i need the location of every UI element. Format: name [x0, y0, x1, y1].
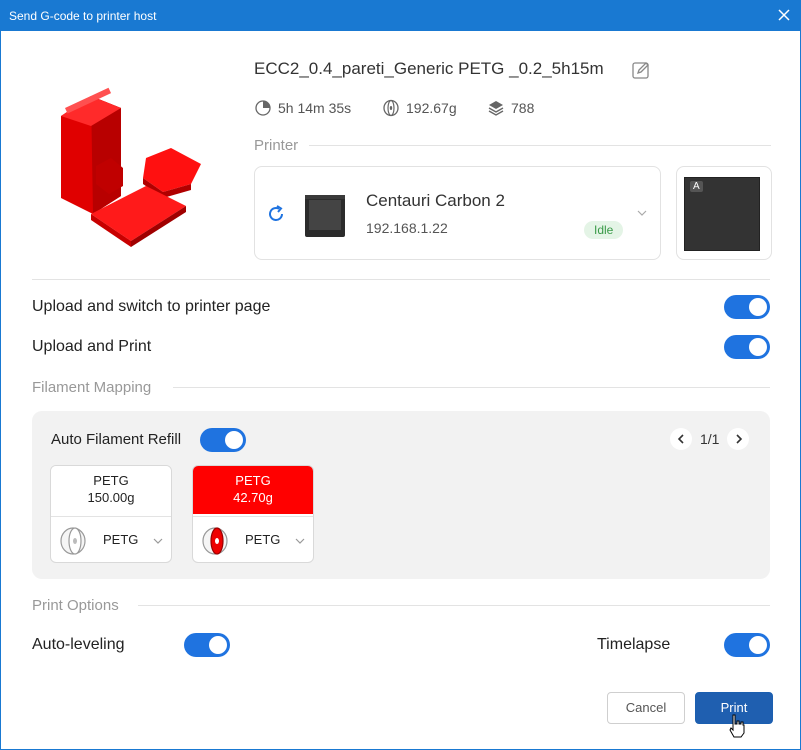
edit-icon[interactable] — [631, 60, 651, 80]
upload-print-toggle[interactable] — [724, 335, 770, 359]
title-bar: Send G-code to printer host — [1, 1, 800, 31]
printer-selector[interactable]: Centauri Carbon 2 192.168.1.22 Idle — [254, 166, 661, 260]
prev-page-button[interactable] — [670, 428, 692, 450]
printer-section-label: Printer — [254, 137, 299, 154]
print-options-label: Print Options — [32, 597, 119, 614]
next-page-button[interactable] — [727, 428, 749, 450]
auto-leveling-label: Auto-leveling — [32, 636, 125, 653]
printer-ip: 192.168.1.22 — [366, 220, 448, 236]
filament-slot-header: PETG 42.70g — [193, 466, 313, 514]
chevron-down-icon — [153, 538, 163, 544]
auto-leveling-toggle[interactable] — [184, 633, 230, 657]
spool-icon — [60, 527, 86, 555]
hand-cursor-icon — [729, 714, 745, 738]
filament-weight-icon — [383, 99, 399, 117]
timelapse-label: Timelapse — [597, 636, 671, 653]
window-title: Send G-code to printer host — [9, 9, 157, 23]
filament-slot-selector[interactable]: PETG — [51, 516, 171, 562]
print-time: 5h 14m 35s — [278, 100, 352, 116]
plate-thumbnail[interactable]: A — [676, 166, 772, 260]
printer-image — [305, 195, 345, 237]
time-icon — [255, 100, 271, 116]
filament-type: PETG — [235, 473, 271, 488]
layers-icon — [488, 101, 504, 116]
auto-refill-label: Auto Filament Refill — [51, 431, 182, 448]
divider — [309, 145, 771, 146]
upload-switch-toggle[interactable] — [724, 295, 770, 319]
filament-slot-2[interactable]: PETG 42.70g PETG — [192, 465, 314, 563]
refresh-icon[interactable] — [266, 204, 286, 224]
filament-weight: 192.67g — [406, 100, 457, 116]
chevron-down-icon[interactable] — [637, 209, 647, 217]
send-gcode-dialog: Send G-code to printer host ECC2_0.4_par… — [0, 0, 801, 750]
printer-name: Centauri Carbon 2 — [366, 191, 505, 210]
divider — [138, 605, 770, 606]
status-badge: Idle — [584, 221, 624, 239]
layer-count: 788 — [511, 100, 535, 116]
chevron-down-icon — [295, 538, 305, 544]
page-indicator: 1/1 — [700, 431, 720, 447]
filament-slot-selector[interactable]: PETG — [193, 516, 313, 562]
file-name: ECC2_0.4_pareti_Generic PETG _0.2_5h15m — [254, 59, 604, 78]
filament-slot-header: PETG 150.00g — [51, 466, 171, 514]
divider — [32, 279, 770, 280]
close-icon[interactable] — [776, 7, 792, 23]
filament-mapping-panel: Auto Filament Refill 1/1 PETG 150.00g PE… — [32, 411, 770, 579]
filament-slot-1[interactable]: PETG 150.00g PETG — [50, 465, 172, 563]
filament-type: PETG — [93, 473, 129, 488]
spool-icon — [202, 527, 228, 555]
filament-mapping-label: Filament Mapping — [32, 379, 152, 396]
filament-weight: 150.00g — [87, 490, 135, 505]
chevron-right-icon — [736, 434, 743, 444]
cancel-button[interactable]: Cancel — [607, 692, 685, 724]
upload-switch-label: Upload and switch to printer page — [32, 298, 271, 315]
filament-weight: 42.70g — [233, 490, 273, 505]
assigned-filament: PETG — [103, 532, 139, 547]
upload-print-label: Upload and Print — [32, 338, 152, 355]
timelapse-toggle[interactable] — [724, 633, 770, 657]
auto-refill-toggle[interactable] — [200, 428, 246, 452]
divider — [173, 387, 770, 388]
assigned-filament: PETG — [245, 532, 281, 547]
chevron-left-icon — [677, 434, 684, 444]
model-preview-image — [61, 87, 201, 247]
plate-badge: A — [690, 181, 703, 192]
